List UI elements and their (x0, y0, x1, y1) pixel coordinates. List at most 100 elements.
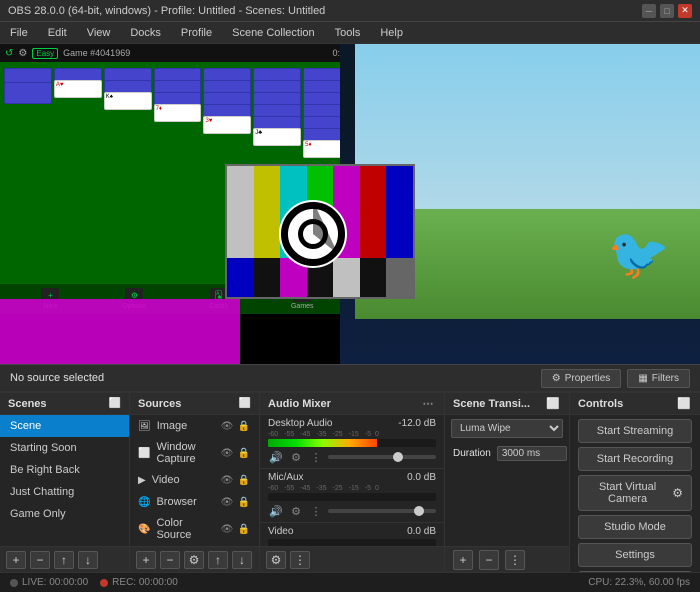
lock-icon-3[interactable]: 🔒 (237, 473, 251, 487)
scenes-title: Scenes (8, 398, 47, 410)
desktop-settings-icon[interactable]: ⚙ (288, 449, 304, 465)
menu-profile[interactable]: Profile (177, 25, 216, 41)
move-scene-down-button[interactable]: ↓ (78, 551, 98, 569)
card-f2: K♠ (104, 92, 152, 110)
status-bar: LIVE: 00:00:00 REC: 00:00:00 CPU: 22.3%,… (0, 572, 700, 592)
maximize-button[interactable]: □ (660, 4, 674, 18)
browser-source-icon: 🌐 (138, 497, 150, 508)
menu-docks[interactable]: Docks (126, 25, 165, 41)
desktop-mute-icon[interactable]: 🔊 (268, 449, 284, 465)
video-actions: 👁 🔒 (220, 473, 251, 487)
audio-mixer-menu-icon[interactable]: ⋯ (420, 396, 436, 412)
transition-select[interactable]: Luma Wipe (451, 419, 563, 438)
source-item-color[interactable]: 🎨 Color Source 👁 🔒 (130, 513, 259, 545)
source-item-browser[interactable]: 🌐 Browser 👁 🔒 (130, 491, 259, 513)
move-source-down-button[interactable]: ↓ (232, 551, 252, 569)
add-source-button[interactable]: + (136, 551, 156, 569)
card-f1: A♥ (54, 80, 102, 98)
eye-icon-5[interactable]: 👁 (220, 522, 234, 536)
menu-help[interactable]: Help (376, 25, 407, 41)
scenes-footer: + − ↑ ↓ (0, 546, 129, 572)
remove-scene-button[interactable]: − (30, 551, 50, 569)
audio-settings-btn[interactable]: ⚙ (266, 551, 286, 569)
controls-title: Controls (578, 398, 623, 410)
mic-mute-icon[interactable]: 🔊 (268, 503, 284, 519)
add-transition-button[interactable]: + (453, 550, 473, 570)
scene-item-starting-soon[interactable]: Starting Soon (0, 437, 129, 459)
desktop-fader-thumb[interactable] (393, 452, 403, 462)
scene-item-game-only[interactable]: Game Only (0, 503, 129, 525)
lock-icon[interactable]: 🔒 (237, 419, 251, 433)
desktop-fader[interactable] (328, 455, 436, 459)
color-source-icon: 🎨 (138, 524, 150, 535)
start-recording-button[interactable]: Start Recording (578, 447, 692, 471)
menu-edit[interactable]: Edit (44, 25, 71, 41)
menu-file[interactable]: File (6, 25, 32, 41)
move-scene-up-button[interactable]: ↑ (54, 551, 74, 569)
solitaire-settings-icon: ⚙ (18, 48, 27, 59)
transition-menu-button[interactable]: ⋮ (505, 550, 525, 570)
close-button[interactable]: ✕ (678, 4, 692, 18)
scenes-list: Scene Starting Soon Be Right Back Just C… (0, 415, 129, 546)
video-source-label: Video (152, 474, 180, 486)
add-scene-button[interactable]: + (6, 551, 26, 569)
minimize-button[interactable]: ─ (642, 4, 656, 18)
settings-button[interactable]: Settings (578, 543, 692, 567)
window-capture-actions: 👁 🔒 (220, 446, 251, 460)
remove-transition-button[interactable]: − (479, 550, 499, 570)
properties-button[interactable]: ⚙ Properties (541, 369, 622, 388)
menu-tools[interactable]: Tools (331, 25, 365, 41)
audio-mixer-panel: Audio Mixer ⋯ Desktop Audio -12.0 dB -60… (260, 393, 445, 572)
source-item-window-capture[interactable]: ⬜ Window Capture 👁 🔒 (130, 437, 259, 469)
desktop-menu-icon[interactable]: ⋮ (308, 449, 324, 465)
duration-input[interactable] (497, 446, 567, 461)
filters-button[interactable]: ▦ Filters (627, 369, 690, 388)
eye-icon[interactable]: 👁 (220, 419, 234, 433)
remove-source-button[interactable]: − (160, 551, 180, 569)
lock-icon-2[interactable]: 🔒 (237, 446, 251, 460)
eye-icon-4[interactable]: 👁 (220, 495, 234, 509)
mic-settings-icon[interactable]: ⚙ (288, 503, 304, 519)
move-source-up-button[interactable]: ↑ (208, 551, 228, 569)
preview-area: ↺ ⚙ Easy Game #4041969 0:00 A♥ K♠ (0, 44, 700, 364)
color-source-label: Color Source (156, 517, 214, 541)
scene-item-just-chatting[interactable]: Just Chatting (0, 481, 129, 503)
source-item-video[interactable]: ▶ Video 👁 🔒 (130, 469, 259, 491)
desktop-tick-row: -60-55-45-35-25-15-50 (268, 431, 436, 438)
eye-icon-3[interactable]: 👁 (220, 473, 234, 487)
transitions-content: Luma Wipe Duration (445, 415, 569, 546)
browser-source-label: Browser (156, 496, 196, 508)
scenes-panel: Scenes ⬜ Scene Starting Soon Be Right Ba… (0, 393, 130, 572)
desktop-audio-icons: 🔊 ⚙ ⋮ (268, 449, 324, 465)
window-controls: ─ □ ✕ (642, 4, 692, 18)
transitions-menu-icon[interactable]: ⬜ (545, 396, 561, 412)
desktop-audio-db: -12.0 dB (398, 418, 436, 429)
source-settings-button[interactable]: ⚙ (184, 551, 204, 569)
scene-item-scene[interactable]: Scene (0, 415, 129, 437)
lock-icon-4[interactable]: 🔒 (237, 495, 251, 509)
exit-button[interactable]: Exit (578, 571, 692, 572)
lock-icon-5[interactable]: 🔒 (237, 522, 251, 536)
source-item-image[interactable]: 🖼 Image 👁 🔒 (130, 415, 259, 437)
menu-scene-collection[interactable]: Scene Collection (228, 25, 319, 41)
mic-fader-thumb[interactable] (414, 506, 424, 516)
desktop-audio-header: Desktop Audio -12.0 dB (268, 418, 436, 429)
controls-menu-icon[interactable]: ⬜ (676, 396, 692, 412)
virtual-camera-label: Start Virtual Camera (587, 481, 668, 505)
card-col-3: K♠ (104, 68, 152, 268)
audio-menu-btn[interactable]: ⋮ (290, 551, 310, 569)
duration-label: Duration (453, 448, 491, 459)
window-capture-label: Window Capture (156, 441, 214, 465)
start-streaming-button[interactable]: Start Streaming (578, 419, 692, 443)
menu-view[interactable]: View (83, 25, 115, 41)
transitions-title: Scene Transi... (453, 398, 530, 410)
title-bar: OBS 28.0.0 (64-bit, windows) - Profile: … (0, 0, 700, 22)
mic-fader[interactable] (328, 509, 436, 513)
studio-mode-button[interactable]: Studio Mode (578, 515, 692, 539)
mic-volume-bar (268, 493, 436, 501)
eye-icon-2[interactable]: 👁 (220, 446, 234, 460)
start-virtual-camera-button[interactable]: Start Virtual Camera ⚙ (578, 475, 692, 511)
mic-menu-icon[interactable]: ⋮ (308, 503, 324, 519)
image-source-actions: 👁 🔒 (220, 419, 251, 433)
scene-item-be-right-back[interactable]: Be Right Back (0, 459, 129, 481)
